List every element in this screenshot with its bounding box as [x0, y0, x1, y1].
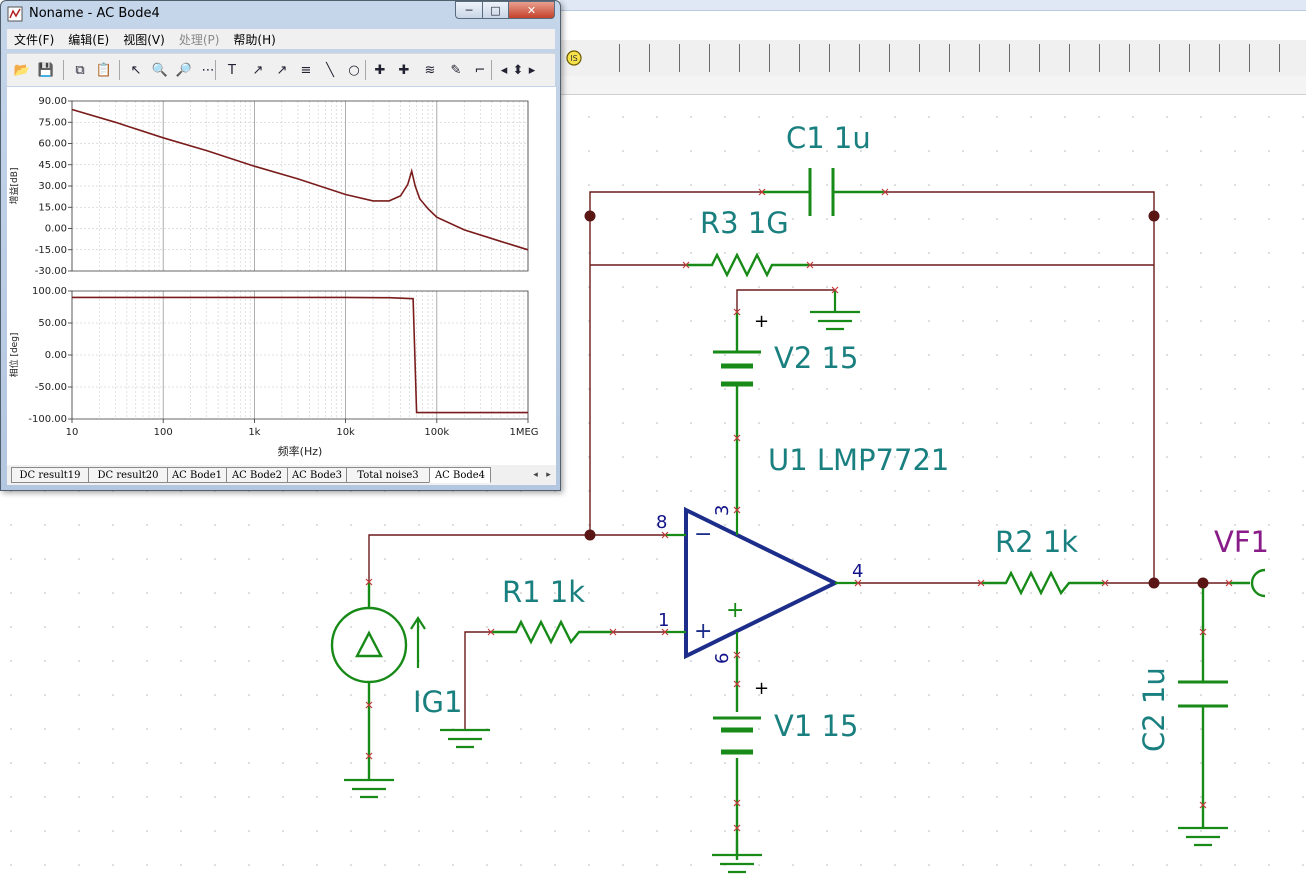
- y-tick-label: 15.00: [38, 202, 67, 213]
- tab-dc-result20[interactable]: DC result20: [88, 467, 168, 483]
- tab-ac-bode4[interactable]: AC Bode4: [429, 467, 491, 483]
- y-axis-label: 增益[dB]: [8, 168, 20, 205]
- copy-icon[interactable]: ⧉: [69, 59, 91, 81]
- y-tick-label: 60.00: [38, 139, 67, 150]
- plot-area[interactable]: 90.00 75.00 60.00 45.00 30.00 15.00 0.00 -15.00…: [7, 87, 556, 465]
- zoom-in-icon[interactable]: 🔍: [149, 59, 171, 81]
- y-axis-label: 相位 [deg]: [8, 333, 20, 378]
- opamp-output-plus: +: [726, 598, 744, 623]
- toolbar-separator: [215, 60, 216, 80]
- maximize-button[interactable]: □: [482, 1, 509, 19]
- gain-chart: 90.00 75.00 60.00 45.00 30.00 15.00 0.00 -15.00…: [8, 96, 529, 277]
- nav-right-icon[interactable]: ▸: [525, 59, 539, 81]
- pin-3: 3: [712, 505, 733, 516]
- menu-bar: 文件(F) 编辑(E) 视图(V) 处理(P) 帮助(H): [7, 29, 555, 49]
- y-tick-label: -50.00: [35, 382, 67, 393]
- paste-icon[interactable]: 📋: [93, 59, 115, 81]
- window-title: Noname - AC Bode4: [29, 6, 160, 21]
- plot-toolbar: 📂 💾 ⧉ 📋 ↖ 🔍 🔎 ⋯ T ↗ ↗ ≡ ╲ ○ ✚ ✚ ≋ ✎ ⌐ ◂ ⬍ ▸: [7, 53, 555, 86]
- window-titlebar[interactable]: Noname - AC Bode4 ─ □ ✕: [1, 1, 560, 27]
- app-icon: [7, 6, 23, 22]
- cursor-a-icon[interactable]: ✚: [369, 59, 391, 81]
- label-v2[interactable]: V2 15: [774, 341, 858, 375]
- x-tick-label: 100k: [424, 427, 449, 438]
- cursor-b-icon[interactable]: ✚: [393, 59, 415, 81]
- y-tick-label: 100.00: [32, 286, 67, 297]
- text-icon[interactable]: T: [221, 59, 243, 81]
- opamp-plus: +: [694, 619, 712, 644]
- tab-ac-bode3[interactable]: AC Bode3: [287, 467, 347, 483]
- axis-label-icon[interactable]: ≡: [295, 59, 317, 81]
- tab-scroll-left-icon[interactable]: ◂: [529, 467, 542, 483]
- bode-plot[interactable]: 90.00 75.00 60.00 45.00 30.00 15.00 0.00 -15.00…: [7, 87, 556, 465]
- label-r2[interactable]: R2 1k: [995, 525, 1078, 559]
- label-b-icon[interactable]: ↗: [271, 59, 293, 81]
- label-a-icon[interactable]: ↗: [247, 59, 269, 81]
- toolbar-separator: [491, 60, 492, 80]
- corner-icon[interactable]: ⌐: [469, 59, 491, 81]
- x-tick-label: 1MEG: [509, 427, 538, 438]
- result-tabs: DC result19 DC result20 AC Bode1 AC Bode2 AC…: [7, 465, 556, 485]
- y-tick-label: 90.00: [38, 96, 67, 107]
- menu-item-4[interactable]: 帮助(H): [233, 31, 275, 48]
- circle-icon[interactable]: ○: [343, 59, 365, 81]
- opamp-minus: −: [694, 522, 712, 547]
- line-icon[interactable]: ╲: [319, 59, 341, 81]
- tab-ac-bode1[interactable]: AC Bode1: [167, 467, 227, 483]
- label-u1[interactable]: U1 LMP7721: [768, 443, 949, 477]
- y-tick-label: -15.00: [35, 245, 67, 256]
- v2-plus-sign: +: [754, 311, 769, 332]
- label-c2[interactable]: C2 1u: [1137, 667, 1171, 752]
- toolbar-separator: [365, 60, 366, 80]
- bode-window[interactable]: Noname - AC Bode4 ─ □ ✕ 文件(F) 编辑(E) 视图(V) 处…: [0, 0, 561, 491]
- tab-ac-bode2[interactable]: AC Bode2: [226, 467, 288, 483]
- pin-1: 1: [658, 610, 669, 631]
- x-tick-label: 100: [154, 427, 173, 438]
- menu-item-0[interactable]: 文件(F): [14, 31, 54, 48]
- phase-chart: 100.00 50.00 0.00 -50.00 -100.00 相位 [deg] 10 10…: [8, 286, 539, 458]
- marker-icon[interactable]: ✎: [445, 59, 467, 81]
- x-tick-label: 1k: [248, 427, 260, 438]
- label-vf1[interactable]: VF1: [1214, 525, 1269, 559]
- toolbar-separator: [119, 60, 120, 80]
- menu-item-3[interactable]: 处理(P): [179, 31, 220, 48]
- x-tick-label: 10k: [336, 427, 355, 438]
- pin-4: 4: [852, 561, 863, 582]
- y-tick-label: -30.00: [35, 266, 67, 277]
- y-tick-label: -100.00: [28, 414, 67, 425]
- y-tick-label: 0.00: [45, 224, 67, 235]
- pin-6: 6: [712, 653, 733, 664]
- x-axis-label: 频率(Hz): [278, 444, 323, 458]
- tab-dc-result19[interactable]: DC result19: [11, 467, 89, 483]
- close-button[interactable]: ✕: [508, 1, 555, 19]
- pin-8: 8: [656, 512, 667, 533]
- label-ig1[interactable]: IG1: [413, 685, 462, 719]
- v1-plus-sign: +: [754, 678, 769, 699]
- label-v1[interactable]: V1 15: [774, 709, 858, 743]
- tab-total-noise3[interactable]: Total noise3: [346, 467, 430, 483]
- nav-left-icon[interactable]: ◂: [497, 59, 511, 81]
- toolbar-separator: [63, 60, 64, 80]
- tab-scroll-right-icon[interactable]: ▸: [542, 467, 555, 483]
- menu-item-2[interactable]: 视图(V): [123, 31, 165, 48]
- menu-item-1[interactable]: 编辑(E): [68, 31, 109, 48]
- label-r1[interactable]: R1 1k: [502, 575, 585, 609]
- minimize-button[interactable]: ─: [455, 1, 483, 19]
- x-tick-label: 10: [66, 427, 79, 438]
- y-tick-label: 45.00: [38, 160, 67, 171]
- y-tick-label: 30.00: [38, 181, 67, 192]
- label-r3[interactable]: R3 1G: [700, 206, 789, 240]
- y-tick-label: 0.00: [45, 350, 67, 361]
- grid-dots-lower: [0, 491, 560, 894]
- nav-updown-icon[interactable]: ⬍: [511, 59, 525, 81]
- pointer-icon[interactable]: ↖: [125, 59, 147, 81]
- curves-icon[interactable]: ≋: [419, 59, 441, 81]
- zoom-out-icon[interactable]: 🔎: [173, 59, 195, 81]
- y-tick-label: 75.00: [38, 117, 67, 128]
- y-tick-label: 50.00: [38, 318, 67, 329]
- open-icon[interactable]: 📂: [11, 59, 33, 81]
- label-c1[interactable]: C1 1u: [786, 121, 871, 155]
- save-icon[interactable]: 💾: [35, 59, 57, 81]
- grid-dots: [560, 94, 1306, 894]
